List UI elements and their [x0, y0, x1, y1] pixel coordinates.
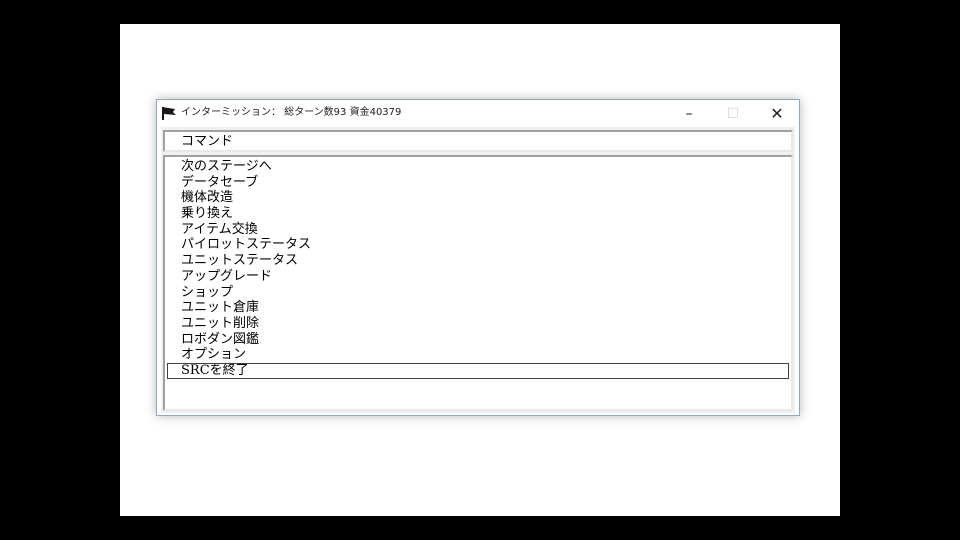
menu-item-robot-encyclopedia[interactable]: ロボダン図鑑 — [165, 332, 791, 348]
minimize-icon: – — [685, 105, 693, 122]
menu-item-shop[interactable]: ショップ — [165, 285, 791, 301]
client-area: コマンド 次のステージへ データセーブ 機体改造 乗り換え アイテム交換 パイロ… — [161, 127, 795, 413]
menu-item-item-exchange[interactable]: アイテム交換 — [165, 222, 791, 238]
menu-item-unit-delete[interactable]: ユニット削除 — [165, 316, 791, 332]
menu-item-transfer[interactable]: 乗り換え — [165, 206, 791, 222]
menu-item-quit-src[interactable]: SRCを終了 — [167, 362, 789, 379]
pillarbox-left — [0, 0, 120, 540]
close-button[interactable]: ✕ — [755, 100, 799, 127]
command-listbox[interactable]: 次のステージへ データセーブ 機体改造 乗り換え アイテム交換 パイロットステー… — [163, 155, 793, 411]
intermission-window: インターミッション： 総ターン数93 資金40379 – ☐ ✕ コマンド 次の… — [156, 99, 800, 416]
window-title: インターミッション： 総ターン数93 資金40379 — [181, 107, 402, 118]
menu-item-upgrade[interactable]: アップグレード — [165, 269, 791, 285]
maximize-button[interactable]: ☐ — [711, 100, 755, 127]
title-bar[interactable]: インターミッション： 総ターン数93 資金40379 – ☐ ✕ — [157, 100, 799, 127]
menu-item-pilot-status[interactable]: パイロットステータス — [165, 237, 791, 253]
command-header-label: コマンド — [181, 134, 234, 149]
command-header-box: コマンド — [163, 130, 793, 152]
menu-item-next-stage[interactable]: 次のステージへ — [165, 159, 791, 175]
minimize-button[interactable]: – — [667, 100, 711, 127]
maximize-icon: ☐ — [726, 105, 740, 122]
command-list: 次のステージへ データセーブ 機体改造 乗り換え アイテム交換 パイロットステー… — [165, 159, 791, 379]
flag-icon — [162, 107, 176, 120]
close-icon: ✕ — [770, 104, 784, 123]
menu-item-unit-storage[interactable]: ユニット倉庫 — [165, 300, 791, 316]
letterbox-bottom — [0, 516, 960, 540]
letterbox-top — [0, 0, 960, 24]
menu-item-options[interactable]: オプション — [165, 347, 791, 363]
menu-item-unit-status[interactable]: ユニットステータス — [165, 253, 791, 269]
menu-item-unit-upgrade[interactable]: 機体改造 — [165, 190, 791, 206]
pillarbox-right — [840, 0, 960, 540]
menu-item-data-save[interactable]: データセーブ — [165, 175, 791, 191]
